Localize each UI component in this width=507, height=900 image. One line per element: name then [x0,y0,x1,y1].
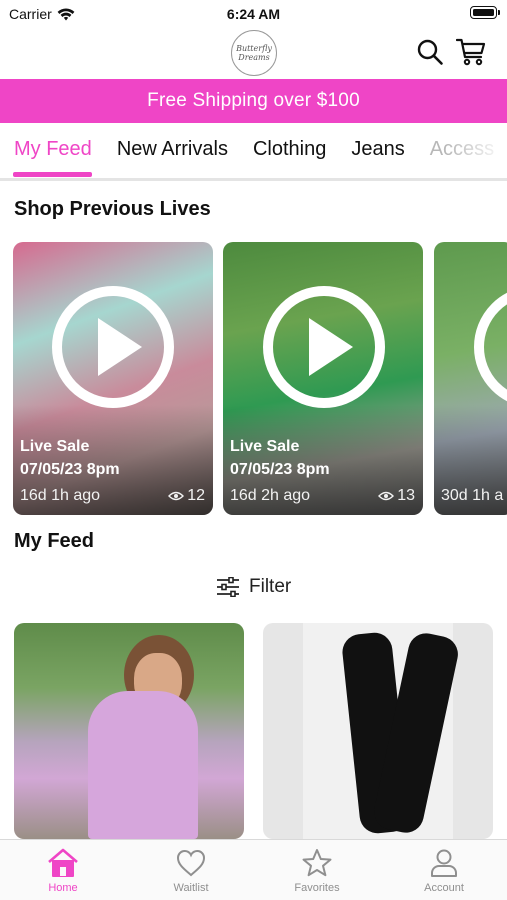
tabs-fade [447,124,507,176]
person-icon [431,849,457,877]
live-card[interactable]: 30d 1h a [434,242,507,515]
brand-logo[interactable]: Butterfly Dreams [231,30,277,76]
tab-clothing[interactable]: Clothing [253,138,326,161]
active-tab-indicator [13,172,92,177]
live-date: 07/05/23 8pm [20,461,120,478]
live-label: Live Sale [230,438,300,455]
product-image-top [88,691,198,839]
product-card[interactable] [14,623,244,839]
heart-icon [176,850,206,877]
live-views-count: 13 [397,487,415,504]
play-icon[interactable] [474,286,507,408]
live-views: 13 [378,487,415,505]
live-date: 07/05/23 8pm [230,461,330,478]
search-icon [417,39,443,65]
section-title-lives: Shop Previous Lives [14,198,211,220]
logo-text: Butterfly Dreams [236,44,272,62]
tabbar-favorites[interactable]: Favorites [267,840,367,900]
status-time: 6:24 AM [226,6,281,22]
home-icon [48,848,78,877]
app-header: Butterfly Dreams [0,28,507,78]
cart-button[interactable] [455,36,487,68]
play-icon[interactable] [52,286,174,408]
tabbar-waitlist[interactable]: Waitlist [141,840,241,900]
cart-icon [456,38,486,66]
category-tabs: My Feed New Arrivals Clothing Jeans Acce… [0,124,507,182]
battery-icon [470,6,500,19]
promo-banner[interactable]: Free Shipping over $100 [0,79,507,123]
tabs-divider [0,178,507,181]
tab-jeans[interactable]: Jeans [351,138,404,161]
live-time-ago: 30d 1h a [441,487,504,504]
tabbar-home-label: Home [48,882,78,894]
sliders-icon [217,577,239,597]
tabbar-account-label: Account [424,882,464,894]
tabbar-waitlist-label: Waitlist [173,882,209,894]
tabbar-home[interactable]: Home [13,840,113,900]
live-label: Live Sale [20,438,90,455]
live-time-ago: 16d 1h ago [20,487,101,504]
play-icon[interactable] [263,286,385,408]
eye-icon [378,491,395,501]
filter-button[interactable]: Filter [216,576,291,598]
live-card[interactable]: Live Sale 07/05/23 8pm 16d 2h ago 13 [223,242,423,515]
live-views-count: 12 [187,487,205,504]
bottom-tab-bar: Home Waitlist Favorites Account [0,839,507,900]
live-time-ago: 16d 2h ago [230,487,311,504]
eye-icon [168,491,185,501]
tabbar-account[interactable]: Account [394,840,494,900]
tab-my-feed[interactable]: My Feed [14,138,92,161]
lives-carousel[interactable]: Live Sale 07/05/23 8pm 16d 1h ago 12 Liv… [13,242,507,516]
star-icon [302,849,332,877]
product-card[interactable] [263,623,493,839]
promo-banner-text: Free Shipping over $100 [147,90,360,111]
section-title-feed: My Feed [14,530,95,552]
live-views: 12 [168,487,205,505]
tabbar-favorites-label: Favorites [294,882,340,894]
status-bar: Carrier 6:24 AM [0,0,507,28]
filter-label: Filter [249,576,292,597]
tab-new-arrivals[interactable]: New Arrivals [117,138,228,161]
search-button[interactable] [414,36,446,68]
live-card[interactable]: Live Sale 07/05/23 8pm 16d 1h ago 12 [13,242,213,515]
